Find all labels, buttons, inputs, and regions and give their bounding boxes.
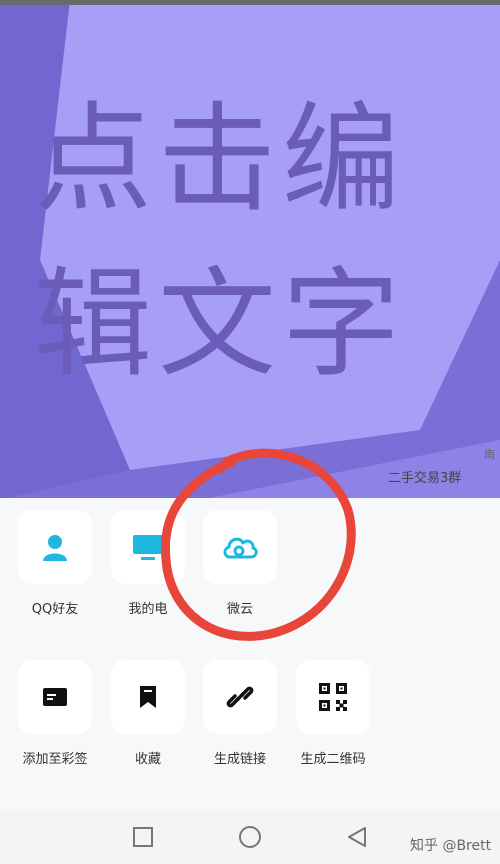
share-generate-qrcode-tile[interactable] [296,660,370,734]
share-my-computer-tile[interactable] [111,510,185,584]
share-add-tag-tile[interactable] [18,660,92,734]
share-add-tag-label: 添加至彩签 [22,752,88,767]
circle-icon [239,826,261,848]
share-generate-link-label: 生成链接 [213,752,266,767]
share-qq-friend-tile[interactable] [18,510,92,584]
share-qq-friend[interactable]: QQ好友 [9,510,101,617]
poster-text-line1[interactable]: 点击编 [34,100,474,218]
triangle-back-icon [348,827,366,847]
link-icon [226,686,254,708]
share-sheet: QQ好友 我的电 微云 添加至彩签 收藏 生成链接 生成二维码 [0,498,500,810]
tag-card-icon [43,688,67,706]
share-generate-link[interactable]: 生成链接 [194,660,286,767]
share-weiyun[interactable]: 微云 [194,510,286,617]
square-icon [133,827,153,847]
share-favorite-label: 收藏 [134,752,161,767]
share-generate-qrcode-label: 生成二维码 [300,752,366,767]
qq-friend-person-icon [43,535,67,561]
share-favorite[interactable]: 收藏 [102,660,194,767]
home-button[interactable] [235,822,265,852]
back-button[interactable] [342,822,372,852]
poster-background [0,0,500,500]
share-qq-friend-label: QQ好友 [31,602,79,617]
share-generate-qrcode[interactable]: 生成二维码 [287,660,379,767]
background-label-partial: 南 [484,448,495,461]
computer-monitor-icon [133,535,163,560]
share-my-computer[interactable]: 我的电 [102,510,194,617]
share-generate-link-tile[interactable] [203,660,277,734]
background-group-label: 二手交易3群 [388,471,462,486]
qr-code-icon [319,683,347,711]
share-add-tag[interactable]: 添加至彩签 [9,660,101,767]
weiyun-cloud-icon [223,537,258,559]
share-favorite-tile[interactable] [111,660,185,734]
screen: 点击编 辑文字 南 二手交易3群 QQ好友 我的电 微云 添加至彩签 收藏 生成… [0,0,500,864]
share-weiyun-label: 微云 [226,602,253,617]
zhihu-watermark: 知乎 @Brett [410,838,492,854]
share-weiyun-tile[interactable] [203,510,277,584]
share-my-computer-label: 我的电 [128,602,168,617]
recent-apps-button[interactable] [128,822,158,852]
poster-text-line2[interactable]: 辑文字 [34,265,474,383]
bookmark-icon [140,686,156,708]
